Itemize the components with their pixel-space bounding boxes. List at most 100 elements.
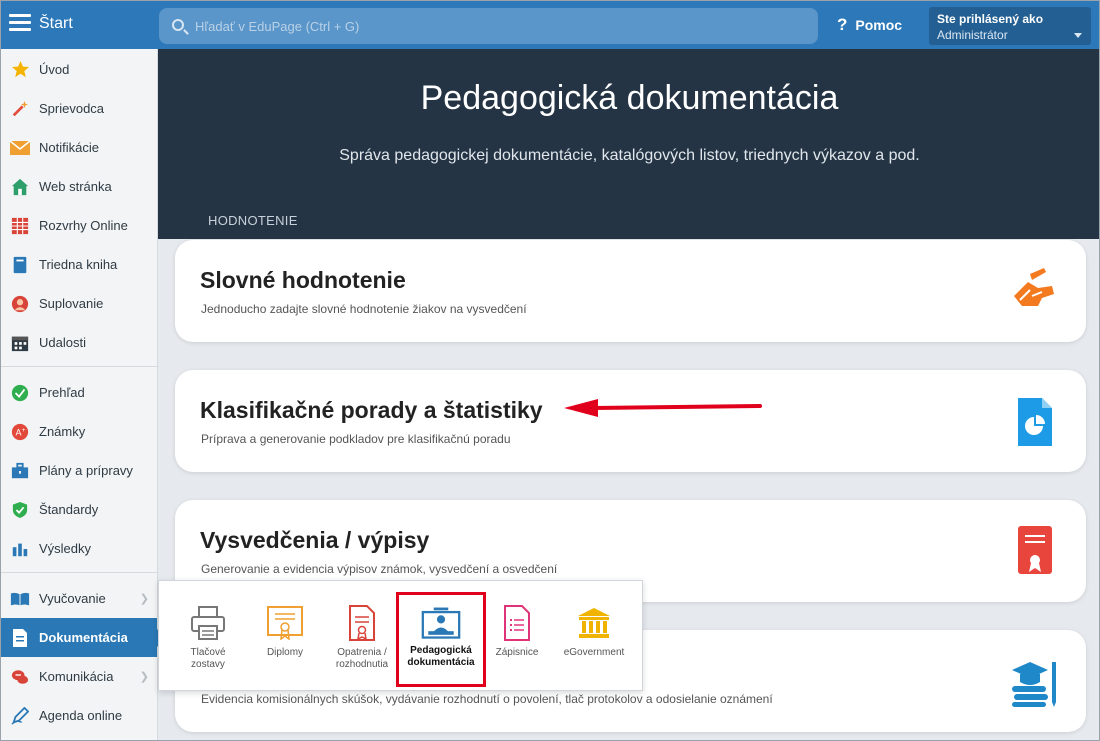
- page-header: Pedagogická dokumentácia Správa pedagogi…: [158, 49, 1099, 239]
- search-box[interactable]: [159, 8, 818, 44]
- sidebar-item-label: Komunikácia: [39, 669, 114, 684]
- card-slovne-hodnotenie[interactable]: Slovné hodnotenie Jednoducho zadajte slo…: [175, 240, 1086, 342]
- top-bar: Štart ? Pomoc Ste prihlásený ako Administ…: [1, 1, 1099, 49]
- envelope-icon: [10, 138, 30, 158]
- sidebar-divider: [1, 572, 157, 573]
- sidebar-item-label: Notifikácie: [39, 140, 99, 155]
- submenu-tlacove-zostavy[interactable]: Tlačové zostavy: [171, 581, 245, 691]
- sidebar-item-label: Web stránka: [39, 179, 112, 194]
- sidebar-item-vyucovanie[interactable]: Vyučovanie ❯: [1, 579, 157, 618]
- submenu-label: Zápisnice: [495, 647, 539, 658]
- sidebar-item-rozvrhy[interactable]: Rozvrhy Online: [1, 206, 157, 245]
- card-title: Klasifikačné porady a štatistiky: [200, 397, 543, 423]
- sidebar-item-label: Triedna kniha: [39, 257, 118, 272]
- star-icon: [10, 60, 30, 80]
- calendar-icon: [10, 333, 30, 353]
- sidebar-item-agenda[interactable]: Agenda online: [1, 696, 157, 735]
- sidebar: Úvod Sprievodca Notifikácie Web stránka …: [1, 49, 166, 740]
- document-icon: [10, 628, 30, 648]
- user-menu[interactable]: Ste prihlásený ako Administrátor: [929, 7, 1091, 45]
- sidebar-item-label: Rozvrhy Online: [39, 218, 128, 233]
- house-icon: [10, 177, 30, 197]
- page-subtitle: Správa pedagogickej dokumentácie, kataló…: [339, 147, 920, 164]
- sidebar-item-label: Suplovanie: [39, 296, 104, 311]
- certificate-icon: [1008, 526, 1060, 578]
- sidebar-item-label: Vyučovanie: [39, 591, 106, 606]
- sidebar-item-znamky[interactable]: A + Známky: [1, 412, 157, 451]
- card-klasifikacne-porady[interactable]: Klasifikačné porady a štatistiky Príprav…: [175, 370, 1086, 472]
- submenu-label: Tlačové zostavy: [190, 647, 226, 670]
- timetable-icon: [10, 216, 30, 236]
- check-circle-icon: [10, 383, 30, 403]
- sidebar-item-notifikacie[interactable]: Notifikácie: [1, 128, 157, 167]
- sidebar-item-dokumentacia[interactable]: Dokumentácia: [1, 618, 166, 657]
- sidebar-item-label: Plány a prípravy: [39, 463, 133, 478]
- search-icon: [172, 19, 184, 31]
- grade-icon: A +: [10, 422, 30, 442]
- svg-text:A: A: [16, 427, 22, 437]
- section-label: HODNOTENIE: [208, 213, 298, 228]
- submenu-pedagogicka-dokumentacia[interactable]: Pedagogická dokumentácia: [396, 592, 486, 687]
- sidebar-item-label: Štandardy: [39, 502, 99, 517]
- user-title: Ste prihlásený ako: [937, 12, 1044, 26]
- start-link[interactable]: Štart: [39, 15, 73, 33]
- submenu-label: Diplomy: [266, 647, 304, 658]
- shield-icon: [10, 500, 30, 520]
- bar-chart-icon: [10, 539, 30, 559]
- hamburger-menu-icon[interactable]: [9, 14, 31, 34]
- card-title: Slovné hodnotenie: [200, 267, 406, 293]
- teacher-board-icon: [421, 603, 461, 643]
- red-arrow-annotation: [564, 399, 762, 417]
- help-button[interactable]: ? Pomoc: [837, 15, 902, 35]
- submenu-label: Pedagogická dokumentácia: [407, 645, 475, 668]
- sidebar-item-prehlad[interactable]: Prehľad: [1, 373, 157, 412]
- sidebar-item-web[interactable]: Web stránka: [1, 167, 157, 206]
- briefcase-icon: [10, 461, 30, 481]
- sidebar-item-uvod[interactable]: Úvod: [1, 50, 157, 89]
- sidebar-divider: [1, 366, 157, 367]
- submenu-label: Opatrenia / rozhodnutia: [335, 647, 389, 670]
- sidebar-item-plany[interactable]: Plány a prípravy: [1, 451, 157, 490]
- sidebar-item-label: Prehľad: [39, 385, 85, 400]
- card-description: Generovanie a evidencia výpisov známok, …: [201, 562, 558, 576]
- question-icon: ?: [837, 15, 848, 34]
- sidebar-item-komunikacia[interactable]: Komunikácia ❯: [1, 657, 157, 696]
- sidebar-item-triedna-kniha[interactable]: Triedna kniha: [1, 245, 157, 284]
- sidebar-item-vysledky[interactable]: Výsledky: [1, 529, 157, 568]
- printer-icon: [188, 603, 228, 643]
- chevron-down-icon: [1074, 33, 1082, 38]
- government-building-icon: [574, 603, 614, 643]
- chevron-right-icon: ❯: [139, 671, 149, 683]
- writing-hand-icon: [1008, 266, 1060, 318]
- open-book-icon: [10, 589, 30, 609]
- card-title: Vysvedčenia / výpisy: [200, 527, 430, 553]
- sidebar-item-label: Agenda online: [39, 708, 123, 723]
- submenu-opatrenia[interactable]: Opatrenia / rozhodnutia: [325, 581, 399, 691]
- card-description: Evidencia komisionálnych skúšok, vydávan…: [201, 692, 773, 706]
- minutes-doc-icon: [497, 603, 537, 643]
- magic-wand-icon: [10, 99, 30, 119]
- sidebar-item-label: Výsledky: [39, 541, 92, 556]
- decision-doc-icon: [342, 603, 382, 643]
- sidebar-item-label: Známky: [39, 424, 86, 439]
- submenu-diplomy[interactable]: Diplomy: [250, 581, 320, 691]
- sidebar-item-standardy[interactable]: Štandardy: [1, 490, 157, 529]
- submenu-label: eGovernment: [563, 647, 625, 658]
- sidebar-item-suplovanie[interactable]: Suplovanie: [1, 284, 157, 323]
- user-name: Administrátor: [937, 28, 1008, 42]
- book-icon: [10, 255, 30, 275]
- submenu-zapisnice[interactable]: Zápisnice: [487, 581, 547, 691]
- page-title: Pedagogická dokumentácia: [420, 79, 839, 117]
- sidebar-item-label: Úvod: [39, 62, 70, 77]
- submenu-egovernment[interactable]: eGovernment: [553, 581, 635, 691]
- diploma-icon: [265, 603, 305, 643]
- pen-icon: [10, 706, 30, 726]
- app-frame: Štart ? Pomoc Ste prihlásený ako Administ…: [0, 0, 1100, 741]
- documentation-submenu: Tlačové zostavy Diplomy Opatrenia / rozhod…: [158, 580, 643, 691]
- graduation-books-icon: [1008, 656, 1060, 708]
- sidebar-item-udalosti[interactable]: Udalosti: [1, 323, 157, 362]
- sidebar-item-sprievodca[interactable]: Sprievodca: [1, 89, 157, 128]
- card-description: Príprava a generovanie podkladov pre kla…: [201, 432, 511, 446]
- chevron-right-icon: ❯: [139, 593, 149, 605]
- search-input[interactable]: [195, 16, 795, 36]
